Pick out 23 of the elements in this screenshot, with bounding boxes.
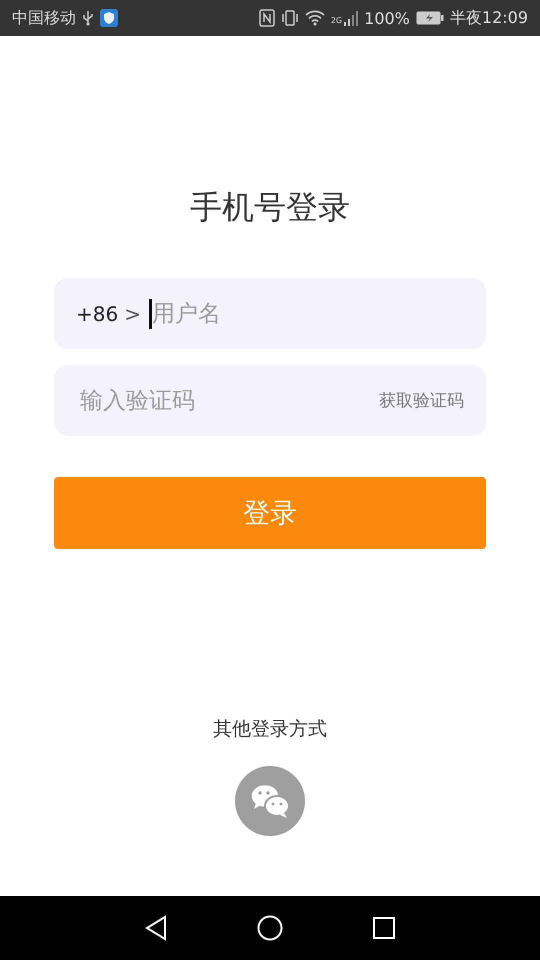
country-code[interactable]: +86: [76, 302, 118, 326]
get-code-link[interactable]: 获取验证码: [379, 389, 464, 412]
text-cursor: [148, 298, 152, 328]
wifi-icon: [304, 10, 325, 26]
chevron-icon[interactable]: >: [124, 302, 141, 326]
code-input-field[interactable]: 输入验证码 获取验证码: [54, 365, 486, 436]
recents-icon[interactable]: [372, 916, 396, 940]
battery-charging-icon: [416, 11, 444, 25]
usb-icon: [82, 10, 94, 26]
clock: 半夜12:09: [450, 8, 528, 28]
back-icon[interactable]: [144, 915, 168, 941]
signal-icon: [344, 10, 358, 26]
vibrate-icon: [280, 9, 299, 27]
shield-icon: [100, 9, 118, 27]
page-title: 手机号登录: [190, 187, 350, 228]
carrier-name: 中国移动: [12, 8, 76, 28]
chat-bubbles-icon[interactable]: [235, 766, 305, 836]
phone-input-field[interactable]: +86 > 用户名: [54, 278, 486, 349]
network-type: 2G: [330, 16, 342, 24]
nfc-icon: [258, 9, 275, 27]
battery-percent: 100%: [364, 8, 410, 28]
other-login-label: 其他登录方式: [213, 717, 327, 742]
home-icon[interactable]: [256, 915, 283, 941]
